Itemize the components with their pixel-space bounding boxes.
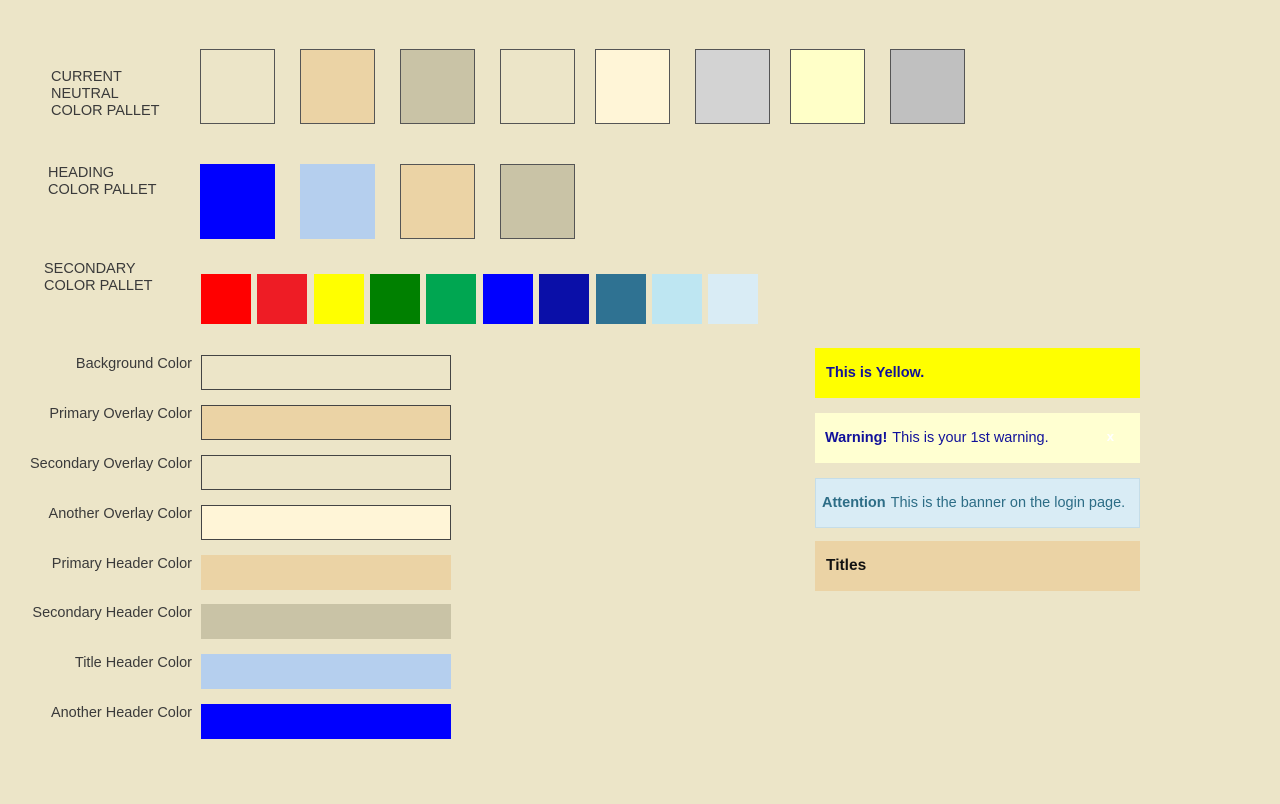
secondary-swatch-1 [201, 274, 251, 324]
secondary-swatch-4 [370, 274, 420, 324]
neutral-swatch-5 [595, 49, 670, 124]
title-header-color-field[interactable] [201, 654, 451, 689]
neutral-pallet-label: CURRENT NEUTRAL COLOR PALLET [51, 69, 160, 119]
attention-banner-text: This is the banner on the login page. [890, 495, 1126, 511]
secondary-swatch-3 [314, 274, 364, 324]
yellow-banner-text: This is Yellow. [826, 365, 925, 381]
secondary-pallet-label: SECONDARY COLOR PALLET [44, 261, 153, 294]
field-label-secondary-overlay: Secondary Overlay Color [30, 456, 192, 472]
secondary-swatch-7 [539, 274, 589, 324]
heading-swatch-3 [400, 164, 475, 239]
secondary-swatch-10 [708, 274, 758, 324]
field-label-secondary-header: Secondary Header Color [32, 605, 192, 621]
neutral-swatch-4 [500, 49, 575, 124]
warning-banner-strong: Warning! [825, 430, 888, 446]
yellow-banner: This is Yellow. [815, 348, 1140, 398]
neutral-swatch-3 [400, 49, 475, 124]
field-label-another-header: Another Header Color [50, 705, 192, 721]
titles-banner-text: Titles [826, 557, 867, 574]
field-label-title-header: Title Header Color [74, 655, 192, 671]
secondary-swatch-8 [596, 274, 646, 324]
neutral-swatch-6 [695, 49, 770, 124]
attention-banner: Attention This is the banner on the logi… [815, 478, 1140, 528]
secondary-header-color-field[interactable] [201, 604, 451, 639]
field-label-another-overlay: Another Overlay Color [48, 506, 192, 522]
attention-banner-strong: Attention [822, 495, 886, 511]
secondary-overlay-color-field[interactable] [201, 455, 451, 490]
primary-overlay-color-field[interactable] [201, 405, 451, 440]
primary-header-color-field[interactable] [201, 555, 451, 590]
heading-pallet-label: HEADING COLOR PALLET [48, 165, 157, 198]
heading-swatch-2 [300, 164, 375, 239]
neutral-swatch-2 [300, 49, 375, 124]
secondary-swatch-9 [652, 274, 702, 324]
another-overlay-color-field[interactable] [201, 505, 451, 540]
background-color-field[interactable] [201, 355, 451, 390]
heading-swatch-4 [500, 164, 575, 239]
neutral-swatch-1 [200, 49, 275, 124]
warning-banner-text: This is your 1st warning. [892, 430, 1049, 446]
neutral-swatch-7 [790, 49, 865, 124]
another-header-color-field[interactable] [201, 704, 451, 739]
close-icon[interactable]: x [1107, 429, 1114, 444]
field-label-primary-header: Primary Header Color [51, 556, 192, 572]
secondary-swatch-5 [426, 274, 476, 324]
heading-swatch-1 [200, 164, 275, 239]
secondary-swatch-2 [257, 274, 307, 324]
secondary-swatch-6 [483, 274, 533, 324]
field-label-primary-overlay: Primary Overlay Color [49, 406, 192, 422]
titles-banner: Titles [815, 541, 1140, 591]
warning-banner: Warning! This is your 1st warning. x [815, 413, 1140, 463]
neutral-swatch-8 [890, 49, 965, 124]
field-label-background: Background Color [75, 356, 192, 372]
